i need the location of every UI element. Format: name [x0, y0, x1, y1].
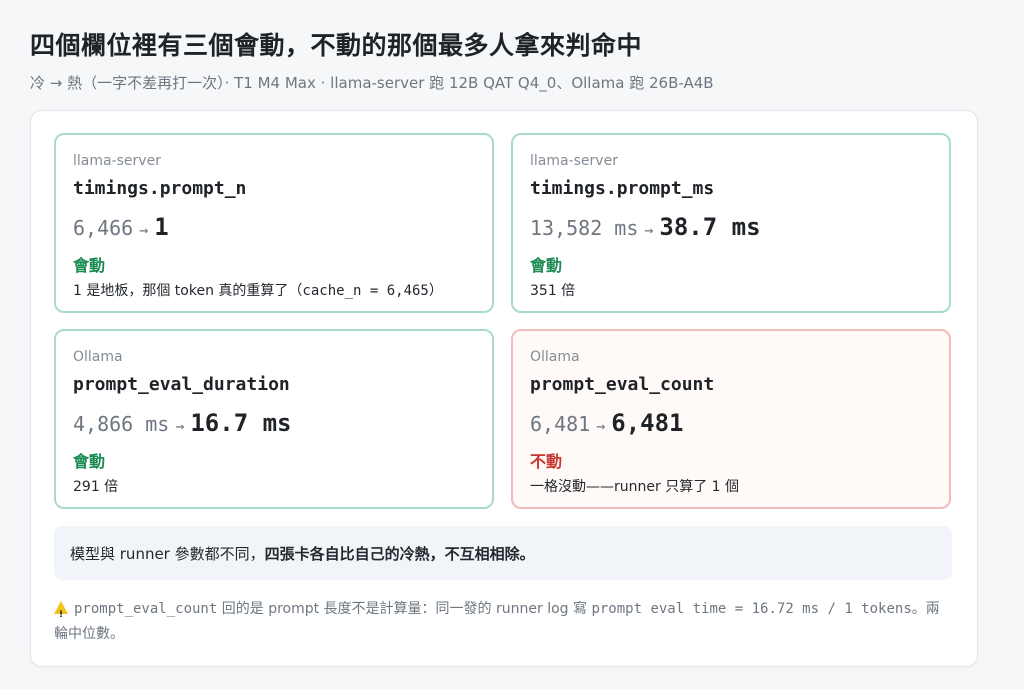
- footnote-text: 回的是 prompt 長度不是計算量：同一發的 runner log 寫: [217, 601, 592, 617]
- arrow-icon: →: [139, 221, 149, 239]
- status-label: 會動: [530, 256, 563, 275]
- page: 四個欄位裡有三個會動，不動的那個最多人拿來判命中 冷 → 熱（一字不差再打一次）…: [0, 0, 1024, 689]
- status-label: 不動: [530, 452, 563, 471]
- summary-callout: 模型與 runner 參數都不同，四張卡各自比自己的冷熱，不互相相除。: [54, 526, 952, 580]
- warning-icon: [54, 601, 68, 628]
- arrow-icon: →: [644, 221, 654, 239]
- metric-card-prompt-n: llama-server timings.prompt_n 6,466 → 1 會動…: [54, 133, 494, 313]
- metric-source: llama-server: [73, 153, 161, 169]
- main-card: llama-server timings.prompt_n 6,466 → 1 會動…: [30, 110, 978, 667]
- cold-value: 6,481: [530, 412, 591, 436]
- hot-value: 38.7 ms: [659, 213, 761, 241]
- metric-source: Ollama: [530, 349, 580, 365]
- footnote-code: prompt_eval_count: [74, 601, 218, 617]
- metric-field-name: prompt_eval_count: [530, 374, 715, 395]
- note-text: 1 是地板，那個 token 真的重算了（: [73, 283, 303, 299]
- note-text-end: ）: [428, 283, 443, 299]
- cold-value: 13,582 ms: [530, 216, 639, 240]
- hot-value: 6,481: [611, 409, 684, 437]
- page-subtitle: 冷 → 熱（一字不差再打一次）· T1 M4 Max · llama-serve…: [30, 74, 714, 92]
- cold-value: 6,466: [73, 216, 134, 240]
- status-label: 會動: [73, 256, 106, 275]
- footnote-code: prompt eval time = 16.72 ms / 1 tokens: [591, 601, 912, 617]
- metric-values: 4,866 ms → 16.7 ms: [73, 409, 292, 437]
- hot-value: 1: [154, 213, 169, 241]
- metric-note: 351 倍: [530, 283, 576, 299]
- metric-note: 1 是地板，那個 token 真的重算了（cache_n = 6,465）: [73, 280, 443, 300]
- metric-values: 6,481 → 6,481: [530, 409, 684, 437]
- arrow-icon: →: [175, 417, 185, 435]
- arrow-icon: →: [596, 417, 606, 435]
- metric-card-prompt-eval-count: Ollama prompt_eval_count 6,481 → 6,481 不動 …: [511, 329, 951, 509]
- hot-value: 16.7 ms: [190, 409, 292, 437]
- page-title: 四個欄位裡有三個會動，不動的那個最多人拿來判命中: [30, 31, 643, 60]
- metric-note: 一格沒動——runner 只算了 1 個: [530, 479, 740, 495]
- metric-field-name: timings.prompt_n: [73, 178, 247, 199]
- footnote: prompt_eval_count 回的是 prompt 長度不是計算量：同一發…: [54, 597, 944, 647]
- status-label: 會動: [73, 452, 106, 471]
- metric-source: Ollama: [73, 349, 123, 365]
- metric-values: 13,582 ms → 38.7 ms: [530, 213, 761, 241]
- note-code: cache_n = 6,465: [302, 283, 429, 299]
- metric-card-prompt-ms: llama-server timings.prompt_ms 13,582 ms…: [511, 133, 951, 313]
- metric-field-name: timings.prompt_ms: [530, 178, 715, 199]
- callout-text: 模型與 runner 參數都不同，四張卡各自比自己的冷熱，不互相相除。: [70, 543, 535, 564]
- metric-source: llama-server: [530, 153, 618, 169]
- metric-field-name: prompt_eval_duration: [73, 374, 290, 395]
- callout-bold: 四張卡各自比自己的冷熱，不互相相除。: [264, 545, 535, 563]
- metric-values: 6,466 → 1: [73, 213, 169, 241]
- metric-note: 291 倍: [73, 479, 119, 495]
- cold-value: 4,866 ms: [73, 412, 170, 436]
- metric-card-prompt-eval-duration: Ollama prompt_eval_duration 4,866 ms → 16.…: [54, 329, 494, 509]
- callout-plain: 模型與 runner 參數都不同，: [70, 545, 265, 563]
